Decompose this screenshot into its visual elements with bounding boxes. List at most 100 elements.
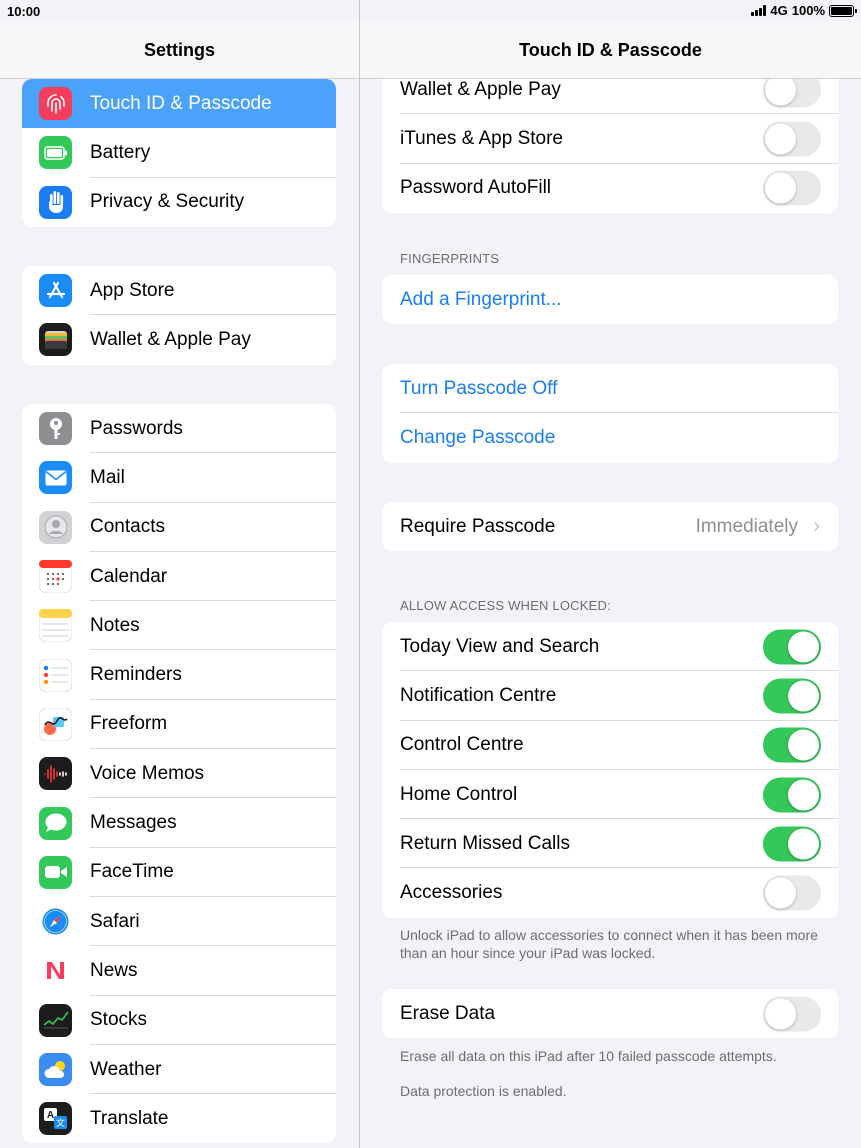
news-icon bbox=[39, 954, 72, 988]
sidebar-item-label: Wallet & Apple Pay bbox=[90, 328, 251, 350]
setting-toggle[interactable] bbox=[763, 875, 821, 911]
hand-icon bbox=[39, 185, 72, 219]
sidebar-item-label: Voice Memos bbox=[90, 762, 205, 784]
detail-pane: Touch ID & Passcode Wallet & Apple Pay iT… bbox=[360, 0, 861, 1148]
safari-icon bbox=[39, 905, 72, 939]
sidebar-item[interactable]: FaceTime bbox=[22, 848, 336, 898]
setting-label: Accessories bbox=[400, 882, 503, 904]
facetime-icon bbox=[39, 855, 72, 889]
translate-icon: A文 bbox=[39, 1102, 72, 1136]
status-time: 10:00 bbox=[7, 4, 41, 19]
turn-passcode-off-button[interactable]: Turn Passcode Off bbox=[382, 364, 838, 414]
reminders-icon bbox=[39, 658, 72, 692]
sidebar-item[interactable]: Voice Memos bbox=[22, 749, 336, 799]
add-fingerprint-button[interactable]: Add a Fingerprint... bbox=[382, 275, 838, 324]
sidebar-item-label: Contacts bbox=[90, 516, 165, 538]
calendar-icon bbox=[39, 560, 72, 594]
sidebar-item[interactable]: Wallet & Apple Pay bbox=[22, 315, 336, 364]
setting-row: Notification Centre bbox=[382, 671, 838, 721]
sidebar-item[interactable]: Freeform bbox=[22, 700, 336, 750]
setting-row: Home Control bbox=[382, 770, 838, 820]
sidebar-item-label: FaceTime bbox=[90, 861, 174, 883]
setting-toggle[interactable] bbox=[763, 727, 821, 763]
sidebar-item-label: Battery bbox=[90, 141, 151, 163]
sidebar-item[interactable]: Safari bbox=[22, 897, 336, 947]
battery-icon bbox=[829, 4, 857, 17]
setting-label: Password AutoFill bbox=[400, 177, 552, 199]
sidebar-item[interactable]: Touch ID & Passcode bbox=[22, 79, 336, 129]
require-passcode-value: Immediately bbox=[695, 515, 798, 537]
settings-sidebar: Settings Touch ID & Passcode Battery Priva… bbox=[0, 0, 359, 1148]
sidebar-group-security: Touch ID & Passcode Battery Privacy & Secu… bbox=[22, 79, 336, 227]
allow-access-header: ALLOW ACCESS WHEN LOCKED: bbox=[400, 598, 611, 613]
passcode-group: Turn Passcode Off Change Passcode bbox=[382, 364, 838, 463]
fingerprints-header: FINGERPRINTS bbox=[400, 251, 500, 266]
sidebar-item[interactable]: Privacy & Security bbox=[22, 178, 336, 227]
setting-row: Control Centre bbox=[382, 721, 838, 771]
wallet-icon bbox=[39, 323, 72, 357]
sidebar-item[interactable]: Stocks bbox=[22, 996, 336, 1046]
svg-text:A: A bbox=[46, 1110, 53, 1121]
sidebar-item-label: Translate bbox=[90, 1107, 169, 1129]
cellular-signal-icon bbox=[751, 5, 767, 16]
setting-label: Control Centre bbox=[400, 734, 524, 756]
sidebar-item-label: Calendar bbox=[90, 565, 168, 587]
accessories-footnote: Unlock iPad to allow accessories to conn… bbox=[400, 927, 818, 961]
stocks-icon bbox=[39, 1003, 72, 1037]
fingerprint-icon bbox=[39, 87, 72, 121]
sidebar-item[interactable]: Mail bbox=[22, 453, 336, 503]
sidebar-item[interactable]: Notes bbox=[22, 601, 336, 651]
sidebar-item[interactable]: Battery bbox=[22, 128, 336, 178]
require-passcode-row[interactable]: Require Passcode Immediately › bbox=[382, 502, 838, 551]
sidebar-item-label: Freeform bbox=[90, 713, 168, 735]
battery-percent: 100% bbox=[791, 3, 825, 18]
setting-toggle[interactable] bbox=[763, 826, 821, 862]
use-touch-id-group: Wallet & Apple Pay iTunes & App Store Pass… bbox=[382, 65, 838, 213]
setting-toggle[interactable] bbox=[763, 170, 821, 206]
erase-data-toggle[interactable] bbox=[763, 996, 821, 1032]
sidebar-item-label: App Store bbox=[90, 279, 175, 301]
sidebar-item[interactable]: Reminders bbox=[22, 650, 336, 701]
setting-toggle[interactable] bbox=[763, 777, 821, 813]
sidebar-item[interactable]: News bbox=[22, 946, 336, 996]
sidebar-item[interactable]: Contacts bbox=[22, 503, 336, 553]
weather-icon bbox=[39, 1053, 72, 1086]
svg-text:文: 文 bbox=[55, 1117, 64, 1129]
erase-data-footnote: Erase all data on this iPad after 10 fai… bbox=[400, 1048, 777, 1064]
turn-passcode-off-label: Turn Passcode Off bbox=[400, 377, 558, 399]
setting-row: Accessories bbox=[382, 868, 838, 917]
setting-toggle[interactable] bbox=[763, 629, 821, 665]
setting-label: Notification Centre bbox=[400, 684, 557, 706]
erase-data-group: Erase Data bbox=[382, 989, 838, 1039]
sidebar-title: Settings bbox=[143, 40, 215, 60]
sidebar-item[interactable]: Weather bbox=[22, 1045, 336, 1095]
add-fingerprint-label: Add a Fingerprint... bbox=[400, 288, 562, 310]
fingerprints-group: Add a Fingerprint... bbox=[382, 275, 838, 325]
setting-label: iTunes & App Store bbox=[400, 127, 564, 149]
status-right: 4G 100% bbox=[751, 3, 857, 18]
erase-data-row: Erase Data bbox=[382, 989, 838, 1038]
setting-toggle[interactable] bbox=[763, 678, 821, 714]
sidebar-item-label: Messages bbox=[90, 812, 177, 834]
detail-nav-bar: Touch ID & Passcode bbox=[360, 22, 861, 79]
sidebar-item[interactable]: App Store bbox=[22, 266, 336, 316]
setting-row: Password AutoFill bbox=[382, 164, 838, 213]
key-icon bbox=[39, 412, 72, 446]
sidebar-item-label: Touch ID & Passcode bbox=[90, 92, 272, 114]
setting-label: Today View and Search bbox=[400, 635, 600, 657]
sidebar-item-label: Reminders bbox=[90, 664, 182, 686]
sidebar-item-label: Weather bbox=[90, 1058, 162, 1080]
sidebar-item[interactable]: A 文 Translate bbox=[22, 1094, 336, 1143]
setting-row: Today View and Search bbox=[382, 622, 838, 672]
sidebar-item-label: Stocks bbox=[90, 1009, 148, 1031]
setting-row: Return Missed Calls bbox=[382, 819, 838, 869]
notes-icon bbox=[39, 609, 72, 643]
sidebar-item[interactable]: Messages bbox=[22, 798, 336, 848]
freeform-icon bbox=[39, 707, 72, 741]
change-passcode-button[interactable]: Change Passcode bbox=[382, 413, 838, 462]
setting-toggle[interactable] bbox=[763, 121, 821, 157]
sidebar-item[interactable]: Calendar bbox=[22, 552, 336, 602]
sidebar-nav-bar: Settings bbox=[0, 22, 359, 79]
sidebar-item[interactable]: Passwords bbox=[22, 404, 336, 454]
data-protection-footnote: Data protection is enabled. bbox=[400, 1083, 567, 1099]
